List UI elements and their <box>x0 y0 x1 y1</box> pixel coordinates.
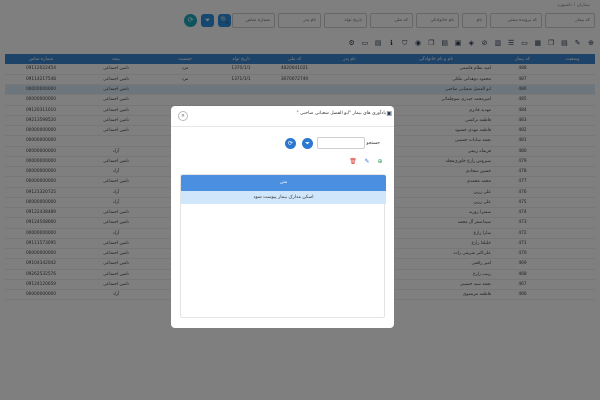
refresh-icon: ⟳ <box>287 140 294 147</box>
modal-title: یادآوری های بیمار "ابو الفضل شعبانی صاحب… <box>296 111 386 116</box>
reminder-row[interactable]: اسکن مدارک بیمار پیوست شود <box>181 191 386 204</box>
reminders-grid: متن اسکن مدارک بیمار پیوست شود <box>180 174 386 318</box>
reminder-icon: ▣ <box>386 110 392 117</box>
filter-icon: ⏷ <box>305 140 310 147</box>
filter-button[interactable]: ⏷ <box>302 138 313 149</box>
edit-reminder-button[interactable]: ✎ <box>363 158 371 166</box>
delete-icon: 🗑 <box>349 158 357 165</box>
delete-reminder-button[interactable]: 🗑 <box>349 158 357 166</box>
modal-divider <box>171 126 394 127</box>
add-reminder-button[interactable]: ⊕ <box>376 158 384 166</box>
search-label: جستجو <box>366 141 380 146</box>
grid-header-text[interactable]: متن <box>181 175 386 191</box>
search-input[interactable] <box>317 137 365 149</box>
patient-reminders-modal: ▣ یادآوری های بیمار "ابو الفضل شعبانی صا… <box>171 106 394 328</box>
edit-icon: ✎ <box>364 158 370 165</box>
refresh-button[interactable]: ⟳ <box>285 138 296 149</box>
close-button[interactable]: × <box>178 111 188 121</box>
add-icon: ⊕ <box>377 158 383 165</box>
